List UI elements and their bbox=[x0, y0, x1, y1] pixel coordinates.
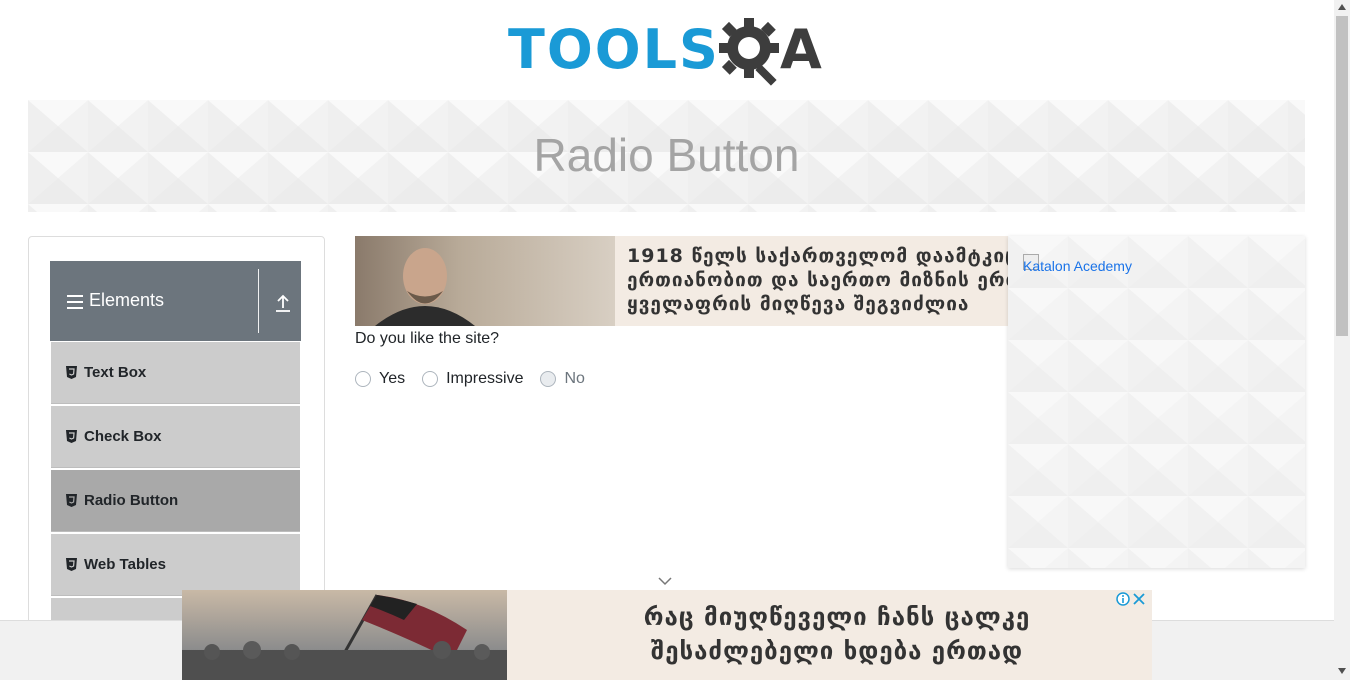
ad-photo bbox=[355, 236, 615, 326]
radio-no bbox=[540, 371, 557, 387]
radio-group: Yes Impressive No bbox=[355, 369, 602, 389]
collapse-arrow-icon[interactable] bbox=[275, 294, 291, 312]
elements-group-header[interactable]: Elements bbox=[50, 261, 301, 341]
divider bbox=[258, 269, 259, 333]
ad-image-alt[interactable]: Katalon Acedemy bbox=[1023, 258, 1132, 274]
radio-yes-label[interactable]: Yes bbox=[379, 370, 405, 388]
site-header: TOOLS A bbox=[0, 0, 1334, 100]
sidebar-item-label: Check Box bbox=[84, 428, 162, 445]
logo-text-a: A bbox=[780, 18, 822, 81]
radio-impressive-label[interactable]: Impressive bbox=[446, 370, 523, 388]
ad-text: რაც მიუღწეველი ჩანს ცალკე შესაძლებელი ხდ… bbox=[542, 600, 1132, 668]
scroll-up-arrow-icon[interactable] bbox=[1338, 4, 1346, 10]
logo-text-tools: TOOLS bbox=[508, 18, 720, 81]
html5-icon bbox=[66, 366, 77, 379]
right-ad[interactable]: Katalon Acedemy bbox=[1008, 236, 1305, 568]
close-icon[interactable] bbox=[1132, 592, 1146, 606]
sidebar-item-label: Radio Button bbox=[84, 492, 179, 509]
scrollbar-thumb[interactable] bbox=[1336, 16, 1348, 336]
sidebar-item-label: Web Tables bbox=[84, 556, 166, 573]
radio-impressive[interactable] bbox=[422, 371, 439, 387]
html5-icon bbox=[66, 558, 77, 571]
scrollbar[interactable] bbox=[1334, 0, 1350, 680]
radio-no-label: No bbox=[564, 370, 585, 387]
flag-crowd-image bbox=[182, 594, 507, 680]
sidebar-item-check-box[interactable]: Check Box bbox=[51, 406, 300, 468]
ad-photo bbox=[182, 590, 507, 680]
triangle-pattern bbox=[1008, 236, 1305, 568]
sidebar-item-label: Text Box bbox=[84, 364, 147, 381]
sidebar-item-web-tables[interactable]: Web Tables bbox=[51, 534, 300, 596]
ad-line-1: რაც მიუღწეველი ჩანს ცალკე bbox=[643, 603, 1031, 631]
ad-choices-icon[interactable] bbox=[1116, 592, 1130, 606]
ad-banner-bottom[interactable]: რაც მიუღწეველი ჩანს ცალკე შესაძლებელი ხდ… bbox=[182, 590, 1152, 680]
ad-line-2: შესაძლებელი ხდება ერთად bbox=[650, 637, 1024, 665]
page-title: Radio Button bbox=[533, 129, 800, 181]
portrait-image bbox=[375, 248, 475, 326]
sidebar-item-text-box[interactable]: Text Box bbox=[51, 342, 300, 404]
sidebar-item-radio-button[interactable]: Radio Button bbox=[51, 470, 300, 532]
chevron-down-icon[interactable] bbox=[658, 576, 672, 586]
html5-icon bbox=[66, 430, 77, 443]
group-title: Elements bbox=[89, 290, 165, 310]
radio-yes[interactable] bbox=[355, 371, 371, 387]
toolsqa-logo[interactable]: TOOLS A bbox=[508, 14, 830, 90]
ad-text: 1918 წელს საქართველომ დაამტკიცა რ ერთიან… bbox=[627, 245, 1008, 315]
gear-magnifier-icon bbox=[719, 18, 779, 86]
question-text: Do you like the site? bbox=[355, 330, 500, 347]
html5-icon bbox=[66, 494, 77, 507]
menu-icon bbox=[67, 295, 83, 309]
ad-banner-top[interactable]: 1918 წელს საქართველომ დაამტკიცა რ ერთიან… bbox=[355, 236, 1008, 326]
page-banner: Radio Button bbox=[28, 100, 1305, 212]
scroll-down-arrow-icon[interactable] bbox=[1338, 668, 1346, 674]
